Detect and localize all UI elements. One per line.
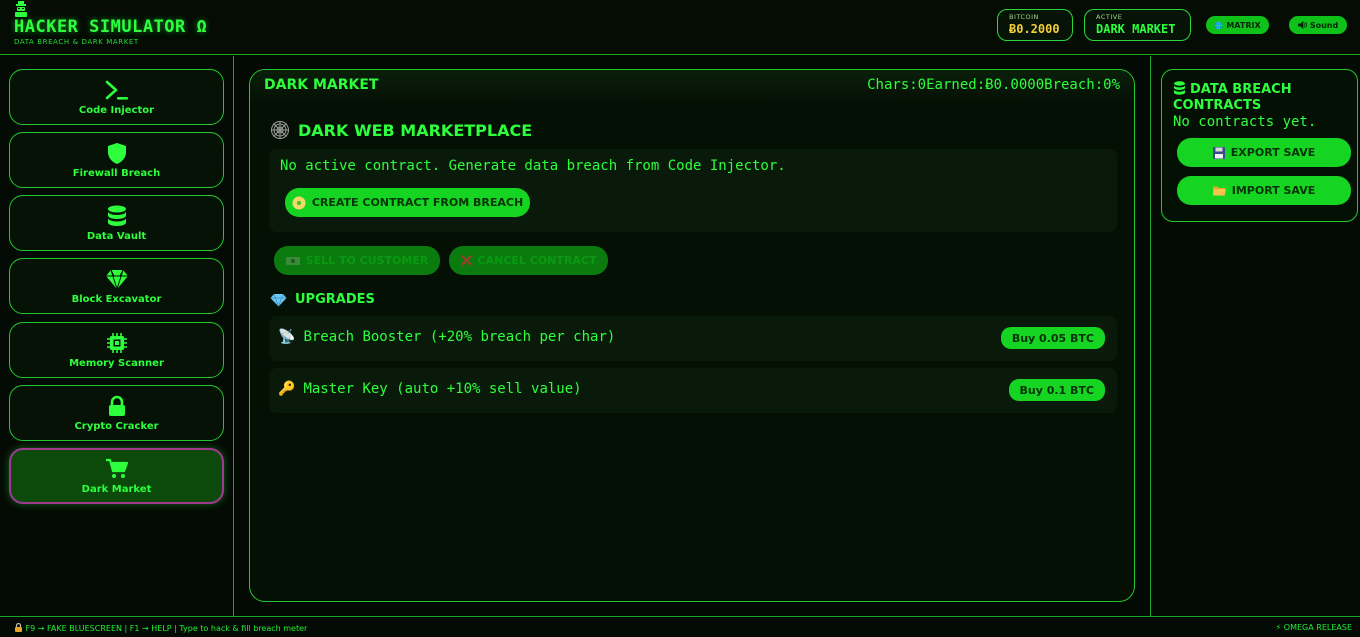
hacker-icon bbox=[15, 1, 27, 17]
sell-to-customer-button[interactable]: SELL TO CUSTOMER bbox=[274, 246, 440, 275]
cancel-label: CANCEL CONTRACT bbox=[477, 254, 597, 267]
panel-header: DARK MARKET Chars:0 Earned:Ƀ0.0000 Breac… bbox=[250, 70, 1134, 100]
export-label: EXPORT SAVE bbox=[1230, 146, 1316, 159]
bitcoin-value: Ƀ0.2000 bbox=[1009, 22, 1060, 36]
database-icon bbox=[1174, 81, 1185, 95]
status-bar: F9 → FAKE BLUESCREEN | F1 → HELP | Type … bbox=[0, 616, 1360, 637]
import-label: IMPORT SAVE bbox=[1231, 184, 1316, 197]
globe-icon bbox=[1214, 20, 1223, 30]
cancel-contract-button[interactable]: CANCEL CONTRACT bbox=[449, 246, 608, 275]
active-tool-indicator: ACTIVE DARK MARKET bbox=[1084, 9, 1191, 41]
database-icon bbox=[107, 205, 126, 226]
chars-stat: Chars:0 bbox=[867, 77, 927, 93]
speaker-icon bbox=[1297, 21, 1307, 29]
panel-stats: Chars:0 Earned:Ƀ0.0000 Breach:0% bbox=[867, 77, 1120, 93]
release-label: ⚡ OMEGA RELEASE bbox=[1275, 623, 1352, 632]
upgrade-row-master-key: 🔑 Master Key (auto +10% sell value) Buy … bbox=[269, 368, 1117, 413]
import-save-button[interactable]: IMPORT SAVE bbox=[1177, 176, 1351, 205]
lock-icon bbox=[108, 395, 125, 416]
terminal-icon bbox=[105, 80, 128, 100]
earned-stat: Earned:Ƀ0.0000 bbox=[926, 77, 1045, 93]
contract-box: No active contract. Generate data breach… bbox=[269, 149, 1117, 232]
contract-message: No active contract. Generate data breach… bbox=[280, 158, 786, 174]
upgrade-name: 🔑 Master Key (auto +10% sell value) bbox=[278, 381, 582, 397]
shield-icon bbox=[107, 142, 126, 164]
lock-key-icon bbox=[15, 622, 22, 632]
cart-icon bbox=[105, 458, 128, 478]
right-panel: DATA BREACH CONTRACTS No contracts yet. … bbox=[1150, 56, 1360, 616]
dark-market-panel: DARK MARKET Chars:0 Earned:Ƀ0.0000 Breac… bbox=[249, 69, 1135, 602]
app-title: HACKER SIMULATOR Ω bbox=[14, 17, 208, 37]
upgrade-name: 📡 Breach Booster (+20% breach per char) bbox=[278, 329, 615, 345]
contracts-heading: DATA BREACH CONTRACTS bbox=[1173, 81, 1343, 114]
active-value: DARK MARKET bbox=[1096, 22, 1176, 36]
tool-sidebar: Code Injector Firewall Breach Data Vault… bbox=[0, 56, 234, 616]
disc-icon bbox=[292, 196, 306, 209]
upgrades-title: UPGRADES bbox=[295, 292, 375, 307]
key-icon: 🔑 bbox=[278, 381, 296, 397]
upgrades-heading: UPGRADES bbox=[270, 292, 375, 307]
bitcoin-label: BITCOIN bbox=[1009, 13, 1039, 21]
sidebar-item-data-vault[interactable]: Data Vault bbox=[9, 195, 224, 251]
contracts-card: DATA BREACH CONTRACTS No contracts yet. … bbox=[1161, 69, 1358, 222]
buy-master-key-button[interactable]: Buy 0.1 BTC bbox=[1008, 379, 1105, 401]
sound-label: Sound bbox=[1309, 20, 1339, 30]
sidebar-item-label: Crypto Cracker bbox=[74, 420, 159, 432]
cross-icon bbox=[460, 255, 472, 266]
sidebar-item-code-injector[interactable]: Code Injector bbox=[9, 69, 224, 125]
chip-icon bbox=[106, 332, 127, 353]
panel-title: DARK MARKET bbox=[264, 77, 379, 93]
sidebar-item-label: Memory Scanner bbox=[69, 357, 164, 369]
contracts-title: DATA BREACH CONTRACTS bbox=[1173, 82, 1292, 113]
buy-breach-booster-button[interactable]: Buy 0.05 BTC bbox=[1000, 327, 1105, 349]
folder-icon bbox=[1212, 186, 1226, 196]
top-bar: HACKER SIMULATOR Ω DATA BREACH & DARK MA… bbox=[0, 0, 1360, 55]
sidebar-item-label: Dark Market bbox=[81, 483, 152, 495]
sidebar-item-firewall-breach[interactable]: Firewall Breach bbox=[9, 132, 224, 188]
matrix-toggle-button[interactable]: MATRIX bbox=[1206, 16, 1269, 34]
spiderweb-icon bbox=[271, 121, 289, 139]
upgrade-label: Master Key (auto +10% sell value) bbox=[303, 381, 582, 397]
sound-toggle-button[interactable]: Sound bbox=[1289, 16, 1347, 34]
sidebar-item-crypto-cracker[interactable]: Crypto Cracker bbox=[9, 385, 224, 441]
diamond-icon bbox=[270, 293, 287, 307]
sidebar-item-label: Code Injector bbox=[78, 104, 155, 116]
gem-icon bbox=[105, 269, 128, 289]
marketplace-heading: DARK WEB MARKETPLACE bbox=[270, 120, 532, 140]
marketplace-title: DARK WEB MARKETPLACE bbox=[298, 120, 533, 140]
shortcut-hints-text: F9 → FAKE BLUESCREEN | F1 → HELP | Type … bbox=[25, 624, 308, 633]
shortcut-hints: F9 → FAKE BLUESCREEN | F1 → HELP | Type … bbox=[14, 622, 308, 633]
upgrade-label: Breach Booster (+20% breach per char) bbox=[303, 329, 616, 345]
create-contract-button[interactable]: CREATE CONTRACT FROM BREACH bbox=[285, 188, 530, 217]
contracts-empty-message: No contracts yet. bbox=[1173, 114, 1317, 130]
sell-label: SELL TO CUSTOMER bbox=[305, 254, 429, 267]
sidebar-item-label: Block Excavator bbox=[71, 293, 162, 305]
upgrade-row-breach-booster: 📡 Breach Booster (+20% breach per char) … bbox=[269, 316, 1117, 361]
money-icon bbox=[285, 256, 300, 265]
create-contract-label: CREATE CONTRACT FROM BREACH bbox=[311, 196, 524, 209]
matrix-label: MATRIX bbox=[1226, 20, 1261, 30]
breach-stat: Breach:0% bbox=[1044, 77, 1120, 93]
sidebar-item-memory-scanner[interactable]: Memory Scanner bbox=[9, 322, 224, 378]
sidebar-item-label: Firewall Breach bbox=[72, 167, 161, 179]
satellite-icon: 📡 bbox=[278, 329, 296, 345]
floppy-icon bbox=[1212, 146, 1225, 159]
sidebar-item-block-excavator[interactable]: Block Excavator bbox=[9, 258, 224, 314]
active-label: ACTIVE bbox=[1096, 13, 1123, 21]
app-subtitle: DATA BREACH & DARK MARKET bbox=[14, 38, 139, 46]
sidebar-item-label: Data Vault bbox=[86, 230, 147, 242]
sidebar-item-dark-market[interactable]: Dark Market bbox=[9, 448, 224, 504]
export-save-button[interactable]: EXPORT SAVE bbox=[1177, 138, 1351, 167]
bitcoin-balance: BITCOIN Ƀ0.2000 bbox=[997, 9, 1073, 41]
